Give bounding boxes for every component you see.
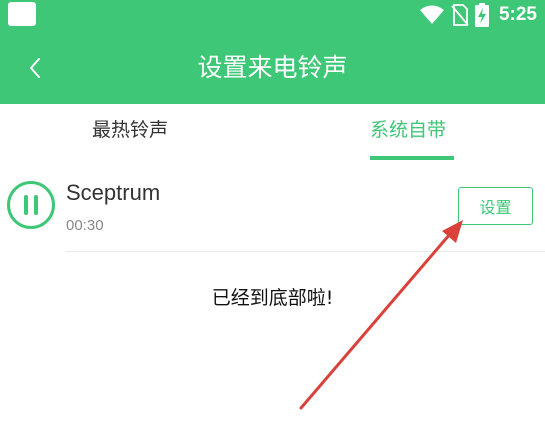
- ringtone-duration: 00:30: [66, 217, 104, 234]
- set-ringtone-button[interactable]: 设置: [458, 187, 533, 225]
- status-icons: 5:25: [419, 0, 537, 30]
- app-notification-icon: [8, 2, 36, 26]
- list-item[interactable]: Sceptrum 00:30 设置: [0, 162, 545, 252]
- wifi-icon: [419, 5, 444, 24]
- no-sim-icon: [451, 4, 469, 26]
- row-divider: [66, 251, 545, 252]
- pause-button[interactable]: [6, 180, 56, 230]
- status-bar: 5:25: [0, 0, 545, 30]
- tab-bar: 最热铃声 系统自带: [0, 104, 545, 162]
- ringtone-name: Sceptrum: [66, 180, 161, 205]
- pause-icon: [7, 181, 55, 229]
- status-time: 5:25: [498, 4, 537, 25]
- active-tab-indicator: [370, 156, 454, 160]
- list-end-message: 已经到底部啦!: [211, 287, 334, 309]
- app-header: 5:25 设置来电铃声: [0, 0, 545, 104]
- page-title: 设置来电铃声: [197, 53, 348, 82]
- tab-hot-ringtones[interactable]: 最热铃声: [92, 116, 168, 144]
- tab-system-ringtones[interactable]: 系统自带: [370, 116, 446, 144]
- battery-charging-icon: [474, 3, 489, 27]
